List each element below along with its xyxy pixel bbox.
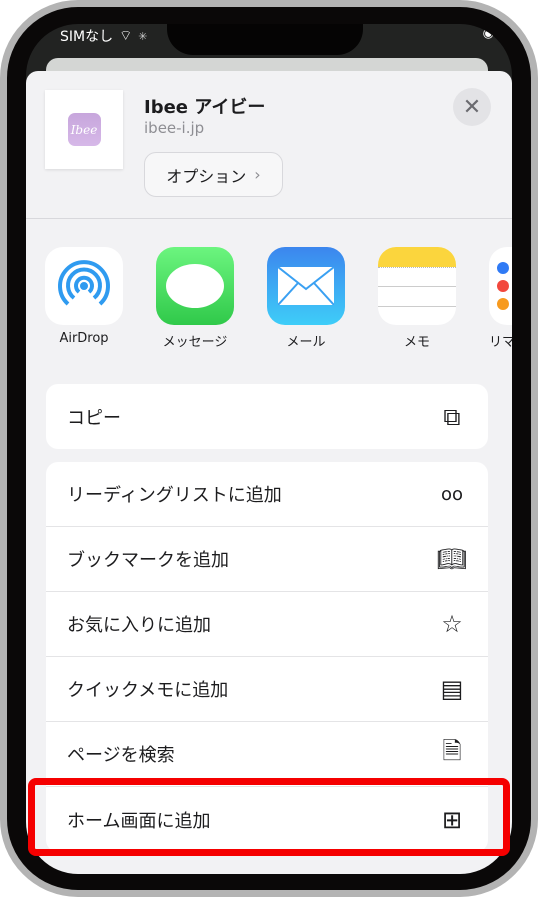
action-label: クイックメモに追加 — [67, 680, 229, 701]
messages-icon — [156, 247, 234, 325]
find-in-page-icon: 🗎︎ — [442, 736, 462, 765]
mail-icon — [267, 247, 345, 325]
star-icon: ☆ — [441, 610, 463, 638]
options-label: オプション — [166, 166, 247, 186]
app-mail[interactable]: メール — [267, 247, 345, 350]
quick-note-icon: ▤ — [440, 675, 464, 703]
notch — [167, 24, 363, 55]
airdrop-icon — [45, 247, 123, 325]
carrier-label: SIMなし — [60, 29, 114, 45]
action-quick-note[interactable]: クイックメモに追加 ▤ — [46, 657, 488, 722]
page-domain: ibee-i.jp — [144, 119, 205, 137]
action-bookmark[interactable]: ブックマークを追加 📖︎ — [46, 527, 488, 592]
book-icon: 📖︎ — [436, 545, 468, 573]
close-icon: ✕ — [462, 94, 482, 120]
options-button[interactable]: オプション › — [144, 152, 283, 197]
app-label: メッセージ — [162, 335, 228, 350]
action-favorites[interactable]: お気に入りに追加 ☆ — [46, 592, 488, 657]
wifi-icon: ⌔ — [119, 28, 133, 44]
app-airdrop[interactable]: AirDrop — [45, 247, 123, 350]
share-sheet: Ibee Ibee アイビー ibee-i.jp オプション › ✕ AirDro… — [26, 71, 512, 874]
copy-card: コピー ⧉ — [46, 384, 488, 449]
notes-icon — [378, 247, 456, 325]
app-row: AirDrop メッセージ メール メモ リマ — [45, 247, 512, 350]
highlight-box — [28, 778, 510, 856]
screen: SIMなし ⌔ ✳ ◉ Ibee Ibee アイビー ibee-i.jp オプション… — [26, 24, 512, 874]
copy-icon: ⧉ — [443, 402, 461, 431]
reminders-icon — [489, 247, 512, 325]
glasses-icon: oo — [440, 483, 464, 505]
app-reminders[interactable]: リマ — [489, 247, 512, 350]
action-label: コピー — [67, 407, 121, 429]
loading-icon: ✳ — [138, 29, 148, 43]
app-notes[interactable]: メモ — [378, 247, 456, 350]
action-label: ページを検索 — [67, 745, 175, 766]
site-thumbnail: Ibee — [45, 90, 123, 169]
page-title: Ibee アイビー — [144, 97, 266, 118]
status-bar: SIMなし ⌔ ✳ — [60, 26, 148, 46]
action-reading-list[interactable]: リーディングリストに追加 oo — [46, 462, 488, 527]
app-label: リマ — [489, 335, 512, 350]
chevron-right-icon: › — [254, 165, 261, 184]
app-messages[interactable]: メッセージ — [156, 247, 234, 350]
app-label: メール — [286, 335, 326, 350]
app-label: メモ — [403, 335, 430, 350]
close-button[interactable]: ✕ — [453, 88, 491, 126]
action-label: リーディングリストに追加 — [67, 485, 282, 506]
orientation-lock-icon: ◉ — [482, 26, 494, 41]
action-label: お気に入りに追加 — [67, 615, 211, 636]
app-label: AirDrop — [59, 331, 109, 346]
action-label: ブックマークを追加 — [67, 550, 229, 571]
site-logo: Ibee — [67, 113, 101, 146]
action-copy[interactable]: コピー ⧉ — [46, 384, 488, 449]
divider — [26, 218, 512, 219]
